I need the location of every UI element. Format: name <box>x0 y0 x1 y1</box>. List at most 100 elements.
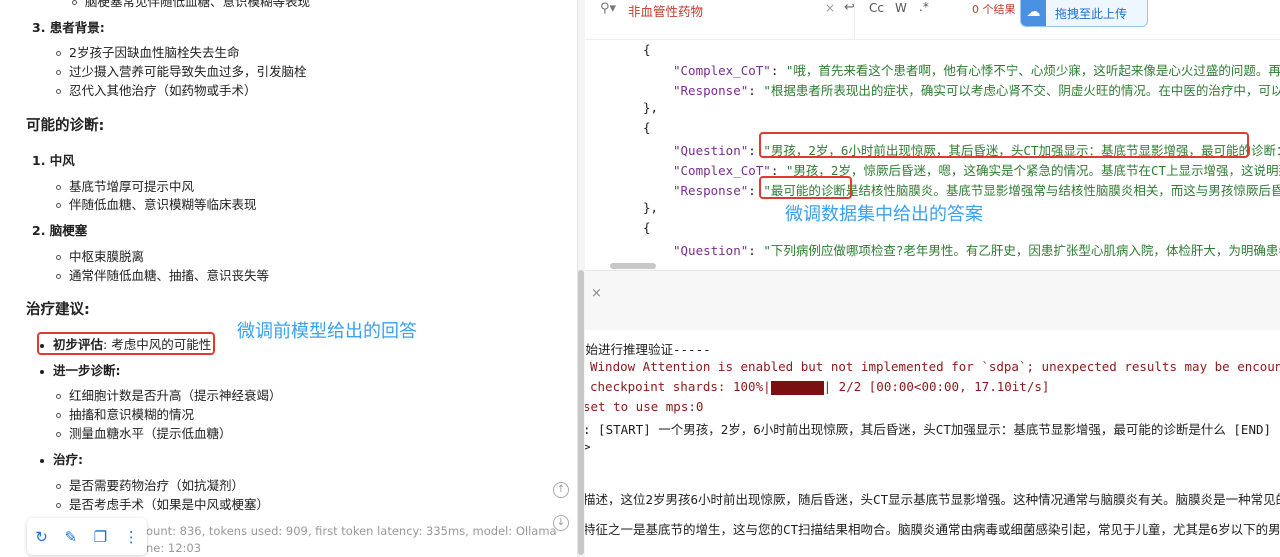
item-text: 忍代入其他治疗（如药物或手术） <box>69 83 257 98</box>
item-text: 是否需要药物治疗（如抗凝剂） <box>69 478 245 493</box>
json-key: "Complex_CoT" <box>673 63 771 78</box>
scroll-down-button[interactable]: ↓ <box>553 515 569 531</box>
item-text: 过少摄入营养可能导致失血过多，引发脑栓 <box>69 64 307 79</box>
json-key: "Complex_CoT" <box>673 163 771 178</box>
code-line: { <box>643 120 651 135</box>
terminal-line: checkpoint shards: 100%| | 2/2 [00:00<00:… <box>590 379 1049 395</box>
list-item: 进一步诊断: <box>40 360 121 379</box>
copy-icon[interactable]: ❐ <box>94 528 107 546</box>
list-item: 过少摄入营养可能导致失血过多，引发脑栓 <box>56 61 307 80</box>
progress-stats: | 2/2 [00:00<00:00, 17.10it/s] <box>823 379 1050 394</box>
item-label: 进一步诊断: <box>53 363 121 378</box>
match-case-toggle[interactable]: Cc <box>869 1 884 15</box>
list-item: 伴随低血糖、意识模糊等临床表现 <box>56 194 257 213</box>
item-label: 初步评估 <box>53 337 104 352</box>
diagnosis-heading: 可能的诊断: <box>26 118 105 134</box>
terminal-line: 描述，这位2岁男孩6小时前出现惊厥，随后昏迷，头CT显示基底节显影增强。这种情况… <box>585 492 1280 507</box>
code-line: { <box>643 42 651 57</box>
regex-toggle[interactable]: .* <box>919 0 929 14</box>
upload-button[interactable]: ☁ 拖拽至此上传 <box>1020 0 1148 27</box>
code-line: "Response": "根据患者所表现出的症状，确实可以考虑心肾不交、阴虚火旺… <box>673 80 1280 99</box>
item-text: 基底节增厚可提示中风 <box>69 179 195 194</box>
code-editor[interactable]: { "Complex_CoT": "哦，首先来看这个患者啊，他有心悸不宁、心烦少… <box>585 40 1280 270</box>
result-count: 0 个结果 <box>972 3 1016 16</box>
json-key: "Question" <box>673 143 749 158</box>
upload-label: 拖拽至此上传 <box>1055 7 1128 21</box>
json-value: "男孩，2岁，惊厥后昏迷，嗯，这确实是个紧急的情况。基底节在CT上显示增强，这说… <box>785 163 1280 178</box>
json-value: "根据患者所表现出的症状，确实可以考虑心肾不交、阴虚火旺的情况。在中医的治疗中，… <box>763 83 1280 98</box>
terminal[interactable]: 开始进行推理验证----- Window Attention is enable… <box>585 330 1280 557</box>
item-text: 2岁孩子因缺血性脑栓失去生命 <box>69 45 240 60</box>
json-key: "Response" <box>673 83 749 98</box>
code-line: "Question": "下列病例应做哪项检查?老年男性。有乙肝史，因患扩张型心… <box>673 240 1280 259</box>
list-item: 中枢束膜脱离 <box>56 246 144 265</box>
list-item: 忍代入其他治疗（如药物或手术） <box>56 80 257 99</box>
whole-word-toggle[interactable]: W <box>895 1 907 15</box>
code-line: { <box>643 220 651 235</box>
list-item: 红细胞计数是否升高（提示神经衰竭） <box>56 385 282 404</box>
panel-tabs: × <box>585 270 1280 330</box>
find-bar: ⚲▾ 非血管性药物 × ↩ Cc W .* 0 个结果 ☁ 拖拽至此上传 <box>585 0 1280 40</box>
item-text: 伴随低血糖、意识模糊等临床表现 <box>69 197 257 212</box>
item-text: 是否考虑手术（如果是中风或梗塞） <box>69 497 270 512</box>
highlight-box <box>759 132 1249 158</box>
highlight-box <box>759 176 852 199</box>
section-title: 2. 脑梗塞 <box>32 223 88 238</box>
list-item: 通常伴随低血糖、抽搐、意识丧失等 <box>56 265 269 284</box>
terminal-line: : [START] 一个男孩，2岁，6小时前出现惊厥，其后昏迷，头CT加强显示：… <box>585 422 1272 437</box>
list-item: 测量血糖水平（提示低血糖） <box>56 423 232 442</box>
section-title: 3. 患者背景: <box>32 20 105 35</box>
list-item: 是否需要药物治疗（如抗凝剂） <box>56 475 244 494</box>
item-text: 脑梗塞常见伴随低血糖、意识模糊等表现 <box>85 0 311 9</box>
annotation-dataset-answer: 微调数据集中给出的答案 <box>785 204 983 225</box>
scroll-up-button[interactable]: ↑ <box>553 482 569 498</box>
annotation-before-finetune: 微调前模型给出的回答 <box>237 321 417 342</box>
item-text: 通常伴随低血糖、抽搐、意识丧失等 <box>69 268 270 283</box>
terminal-line: 开始进行推理验证----- <box>585 342 711 357</box>
code-line: }, <box>643 100 659 115</box>
time-line: ne: 12:03 <box>146 541 202 555</box>
item-text: : 考虑中风的可能性 <box>103 337 212 352</box>
list-item: 初步评估: 考虑中风的可能性 <box>40 334 211 353</box>
code-line: }, <box>643 200 659 215</box>
regenerate-icon[interactable]: ↻ <box>35 528 48 546</box>
json-key: "Question" <box>673 243 749 258</box>
horizontal-scrollbar-thumb[interactable] <box>610 263 656 269</box>
scrollbar-thumb[interactable] <box>578 270 584 555</box>
json-key: "Response" <box>673 183 749 198</box>
list-item: 2岁孩子因缺血性脑栓失去生命 <box>56 42 239 61</box>
list-item: 基底节增厚可提示中风 <box>56 176 194 195</box>
list-item: 是否考虑手术（如果是中风或梗塞） <box>56 494 269 513</box>
item-text: 测量血糖水平（提示低血糖） <box>69 426 232 441</box>
chat-panel: 脑梗塞常见伴随低血糖、意识模糊等表现 3. 患者背景: 2岁孩子因缺血性脑栓失去… <box>0 0 585 557</box>
cloud-icon: ☁ <box>1021 0 1046 26</box>
more-icon[interactable]: ⋮ <box>124 528 139 546</box>
clear-icon[interactable]: × <box>825 1 835 15</box>
progress-bar <box>770 380 824 395</box>
list-item: 抽搐和意识模糊的情况 <box>56 404 194 423</box>
item-text: 抽搐和意识模糊的情况 <box>69 407 195 422</box>
stats-line: ount: 836, tokens used: 909, first token… <box>146 524 557 538</box>
item-label: 治疗: <box>53 452 83 467</box>
edit-icon[interactable]: ✎ <box>64 528 77 546</box>
message-toolbar: ↻ ✎ ❐ ⋮ <box>27 518 147 555</box>
editor-panel: ⚲▾ 非血管性药物 × ↩ Cc W .* 0 个结果 ☁ 拖拽至此上传 { "… <box>585 0 1280 557</box>
code-line: "Complex_CoT": "哦，首先来看这个患者啊，他有心悸不宁、心烦少寐，… <box>673 60 1280 79</box>
progress-label: checkpoint shards: 100%| <box>590 379 771 394</box>
terminal-line: > <box>585 439 591 454</box>
divider <box>854 0 855 40</box>
list-item: 脑梗塞常见伴随低血糖、意识模糊等表现 <box>72 0 310 10</box>
terminal-line: 特征之一是基底节的增生，这与您的CT扫描结果相吻合。脑膜炎通常由病毒或细菌感染引… <box>585 522 1280 537</box>
treatment-heading: 治疗建议: <box>26 302 90 318</box>
list-item: 治疗: <box>40 449 83 468</box>
terminal-line: Window Attention is enabled but not impl… <box>590 359 1280 374</box>
close-icon[interactable]: × <box>591 286 602 301</box>
search-icon[interactable]: ⚲▾ <box>600 1 616 16</box>
search-input[interactable]: 非血管性药物 <box>628 1 703 20</box>
item-text: 中枢束膜脱离 <box>69 249 145 264</box>
json-value: "哦，首先来看这个患者啊，他有心悸不宁、心烦少寐，这听起来像是心火过盛的问题。再… <box>785 63 1280 78</box>
item-text: 红细胞计数是否升高（提示神经衰竭） <box>69 388 282 403</box>
terminal-line: set to use mps:0 <box>585 399 704 414</box>
section-title: 1. 中风 <box>32 153 75 168</box>
json-value: "下列病例应做哪项检查?老年男性。有乙肝史，因患扩张型心肌病入院，体检肝大，为明… <box>763 243 1280 258</box>
